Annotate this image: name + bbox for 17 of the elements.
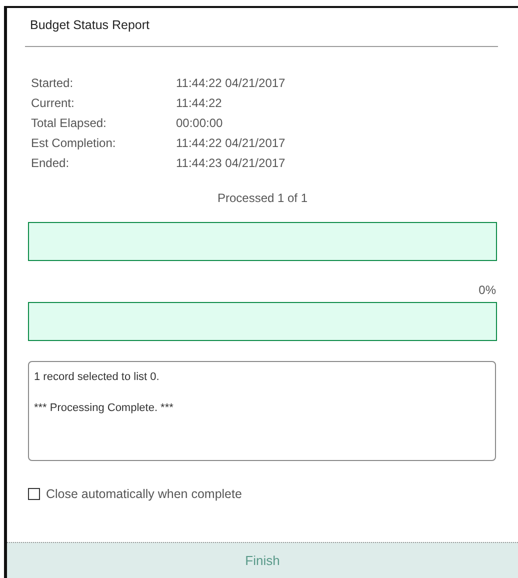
percent-text: 0% (478, 283, 496, 297)
field-value: 11:44:22 04/21/2017 (176, 75, 286, 92)
field-value: 00:00:00 (176, 115, 223, 132)
field-value: 11:44:23 04/21/2017 (176, 155, 286, 172)
field-value: 11:44:22 04/21/2017 (176, 135, 286, 152)
log-line: 1 record selected to list 0. (34, 370, 160, 384)
field-label: Current: (31, 95, 76, 112)
processed-text: Processed 1 of 1 (217, 191, 308, 205)
field-label: Ended: (31, 155, 70, 172)
field-label: Total Elapsed: (31, 115, 108, 132)
log-line: *** Processing Complete. *** (34, 401, 174, 415)
window-title: Budget Status Report (29, 17, 151, 33)
checkbox[interactable] (28, 488, 40, 500)
field-label: Started: (31, 75, 74, 92)
field-label: Est Completion: (31, 135, 117, 152)
field-value: 11:44:22 (176, 95, 222, 112)
checkbox-label[interactable]: Close automatically when complete (46, 485, 242, 504)
